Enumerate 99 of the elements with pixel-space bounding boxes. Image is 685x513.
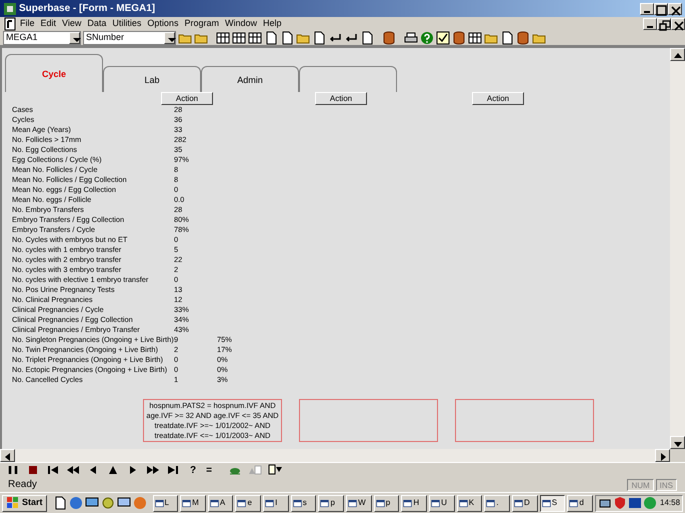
- window-icon: [237, 498, 246, 508]
- minimize-button[interactable]: [643, 18, 657, 30]
- menu-item[interactable]: Utilities: [109, 16, 144, 30]
- clock: 14:58: [660, 497, 680, 509]
- minimize-icon: [644, 10, 650, 12]
- menu-item[interactable]: Program: [181, 16, 222, 30]
- database-icon[interactable]: [382, 30, 396, 44]
- menu-item[interactable]: View: [59, 16, 84, 30]
- app-icon: [3, 2, 17, 16]
- scroll-right-button[interactable]: [655, 449, 670, 462]
- query-button[interactable]: ?: [190, 462, 196, 478]
- scroll-left-button[interactable]: [0, 449, 15, 462]
- window-icon: [376, 498, 385, 508]
- close-icon: [669, 4, 683, 18]
- menu-item[interactable]: Window: [222, 16, 260, 30]
- window-icon: [569, 498, 578, 508]
- tab[interactable]: Cycle: [5, 54, 103, 92]
- grid-icon[interactable]: [468, 30, 482, 44]
- pause-icon[interactable]: [6, 463, 20, 477]
- restore-icon: [658, 18, 672, 32]
- window-icon: [458, 498, 468, 508]
- taskbar-button[interactable]: D: [512, 494, 538, 512]
- tab[interactable]: [299, 66, 397, 92]
- taskbar-button[interactable]: s: [290, 494, 316, 512]
- close-icon: [672, 18, 685, 32]
- menu-item[interactable]: Help: [260, 16, 284, 30]
- window-icon: [348, 498, 358, 508]
- minimize-icon: [647, 26, 653, 28]
- taskbar-button[interactable]: W: [346, 494, 372, 512]
- taskbar-button[interactable]: U: [429, 494, 455, 512]
- menu-item[interactable]: Edit: [38, 16, 60, 30]
- database-icon[interactable]: [516, 30, 530, 44]
- document-icon[interactable]: [3, 16, 17, 30]
- window-icon: [154, 498, 164, 508]
- last-record-icon[interactable]: [166, 463, 180, 477]
- page-dropdown-icon[interactable]: [268, 463, 282, 477]
- table-icon[interactable]: [248, 30, 262, 44]
- maximize-button[interactable]: [654, 2, 668, 14]
- tab[interactable]: Admin: [201, 66, 299, 92]
- equals-button[interactable]: =: [206, 462, 212, 478]
- document-icon[interactable]: [264, 30, 278, 44]
- window-icon: [292, 498, 302, 508]
- window-icon: [403, 498, 412, 508]
- menu-item[interactable]: File: [17, 16, 38, 30]
- document-icon[interactable]: [52, 496, 67, 510]
- window-icon: [320, 498, 330, 508]
- taskbar-button[interactable]: K: [456, 494, 482, 512]
- status-indicator: NUM: [627, 478, 654, 490]
- scroll-down-button[interactable]: [670, 436, 685, 449]
- checkbox-icon[interactable]: [436, 30, 450, 44]
- window-title: Superbase - [Form - MEGA1]: [19, 2, 156, 16]
- close-button[interactable]: [671, 18, 685, 30]
- window-icon: [542, 498, 551, 508]
- document-icon[interactable]: [312, 30, 326, 44]
- taskbar-button[interactable]: S: [540, 494, 566, 512]
- close-button[interactable]: [668, 2, 682, 14]
- window-icon: [486, 498, 496, 508]
- minimize-button[interactable]: [640, 2, 654, 14]
- grid-icon[interactable]: [232, 30, 246, 44]
- taskbar-button[interactable]: I: [263, 494, 289, 512]
- action-button[interactable]: Action: [315, 92, 367, 105]
- window-icon: [182, 498, 192, 508]
- taskbar-button[interactable]: L: [152, 494, 178, 512]
- menu-item[interactable]: Options: [144, 16, 182, 30]
- windows-logo-icon: [6, 496, 20, 510]
- maximize-icon: [655, 4, 669, 18]
- taskbar-button[interactable]: p: [374, 494, 400, 512]
- action-button[interactable]: Action: [472, 92, 524, 105]
- status-message: Ready: [8, 478, 37, 492]
- tab[interactable]: Lab: [103, 66, 201, 92]
- taskbar-button[interactable]: e: [235, 494, 262, 512]
- printer-icon[interactable]: [404, 30, 418, 44]
- form-dropdown[interactable]: MEGA1: [3, 30, 81, 44]
- field-dropdown[interactable]: SNumber: [83, 30, 176, 44]
- window-icon: [210, 498, 219, 508]
- window-icon: [431, 498, 440, 508]
- taskbar-button[interactable]: p: [318, 494, 344, 512]
- database-icon[interactable]: [452, 30, 466, 44]
- window-icon: [265, 498, 274, 508]
- restore-button[interactable]: [657, 18, 671, 30]
- taskbar-button[interactable]: d: [567, 494, 594, 512]
- first-record-icon[interactable]: [46, 463, 60, 477]
- grid-icon[interactable]: [216, 30, 230, 44]
- stop-icon[interactable]: [26, 463, 40, 477]
- shield-icon[interactable]: [613, 496, 628, 510]
- status-indicator: INS: [656, 478, 677, 490]
- window-icon: [514, 498, 524, 508]
- document-icon[interactable]: [360, 30, 374, 44]
- action-button[interactable]: Action: [161, 92, 213, 105]
- taskbar-button[interactable]: A: [208, 494, 234, 512]
- scroll-up-button[interactable]: [670, 48, 685, 61]
- taskbar-button[interactable]: .: [484, 494, 510, 512]
- document-icon[interactable]: [500, 30, 514, 44]
- start-button[interactable]: Start: [2, 494, 47, 512]
- document-icon[interactable]: [280, 30, 294, 44]
- taskbar-button[interactable]: M: [180, 494, 206, 512]
- menu-item[interactable]: Data: [84, 16, 110, 30]
- taskbar-button[interactable]: H: [401, 494, 428, 512]
- help-icon[interactable]: [420, 30, 434, 44]
